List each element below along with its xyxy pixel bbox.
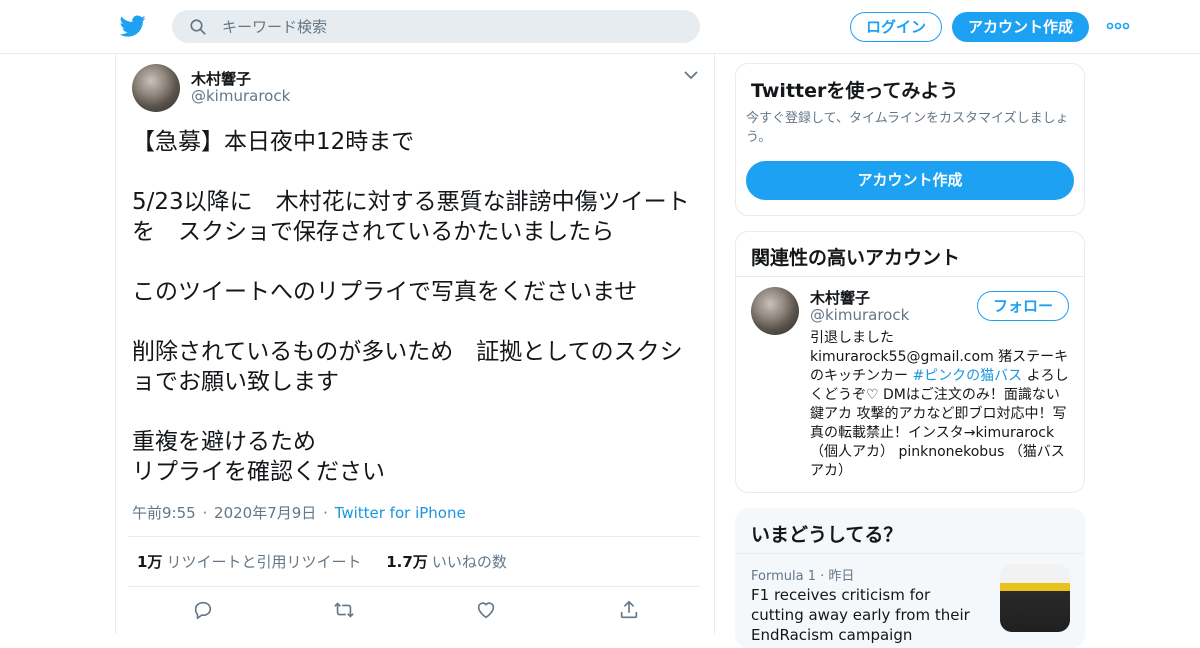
author-name[interactable]: 木村響子 <box>191 68 251 89</box>
divider <box>736 553 1084 554</box>
account-bio: 引退しました kimurarock55@gmail.com 猪ステーキのキッチン… <box>810 329 1072 481</box>
separator-dot: · <box>323 504 328 522</box>
trend-headline[interactable]: F1 receives criticism for cutting away e… <box>751 585 983 645</box>
tweet-actions <box>116 599 716 623</box>
search-icon <box>190 19 206 35</box>
whats-happening-card: いまどうしてる？ Formula 1 · 昨日 F1 receives crit… <box>735 508 1085 648</box>
tweet-detail: 木村響子 @kimurarock 【急募】本日夜中12時まで 5/23以降に 木… <box>115 54 715 634</box>
account-name[interactable]: 木村響子 <box>810 287 870 308</box>
signup-button[interactable]: アカウント作成 <box>952 12 1089 42</box>
twitter-bird-icon[interactable] <box>120 13 146 39</box>
related-accounts-title: 関連性の高いアカウント <box>751 247 961 269</box>
tweet-time[interactable]: 午前9:55 <box>132 504 196 522</box>
search-box[interactable] <box>172 10 700 43</box>
separator-dot: · <box>202 504 208 522</box>
tweet-source-link[interactable]: Twitter for iPhone <box>335 504 466 522</box>
like-count: 1.7万 <box>386 553 428 571</box>
whats-happening-title: いまどうしてる？ <box>751 524 903 546</box>
like-label: いいねの数 <box>431 553 507 571</box>
more-dots-icon[interactable] <box>1106 21 1130 31</box>
follow-button[interactable]: フォロー <box>977 291 1069 321</box>
trend-time: 昨日 <box>828 569 855 584</box>
create-account-button[interactable]: アカウント作成 <box>746 161 1074 200</box>
retweet-label: リツイートと引用リツイート <box>166 553 362 571</box>
trend-kicker: Formula 1 · 昨日 <box>751 569 855 584</box>
login-button[interactable]: ログイン <box>850 12 942 42</box>
tweet-stats: 1万 リツイートと引用リツイート 1.7万 いいねの数 <box>137 551 507 572</box>
like-stat[interactable]: 1.7万 いいねの数 <box>386 553 507 571</box>
like-icon[interactable] <box>475 599 497 621</box>
signup-card: Twitterを使ってみよう 今すぐ登録して、タイムラインをカスタマイズしましょ… <box>735 63 1085 216</box>
retweet-stat[interactable]: 1万 リツイートと引用リツイート <box>137 553 361 571</box>
divider <box>128 586 700 587</box>
divider <box>736 276 1084 277</box>
bio-text: よろしくどうぞ♡ DMはご注文のみ！面識ない鍵アカ 攻撃的アカなど即ブロ対応中！… <box>810 368 1069 479</box>
avatar[interactable] <box>751 287 799 335</box>
account-handle[interactable]: @kimurarock <box>810 306 909 324</box>
divider <box>128 536 700 537</box>
related-accounts-card: 関連性の高いアカウント 木村響子 @kimurarock フォロー 引退しました… <box>735 231 1085 493</box>
hashtag-link[interactable]: #ピンクの猫バス <box>912 368 1022 384</box>
signup-card-title: Twitterを使ってみよう <box>751 80 959 102</box>
signup-card-description: 今すぐ登録して、タイムラインをカスタマイズしましょう。 <box>746 111 1069 145</box>
retweet-icon[interactable] <box>333 599 355 621</box>
reply-icon[interactable] <box>192 599 214 621</box>
share-icon[interactable] <box>618 599 640 621</box>
avatar[interactable] <box>132 64 180 112</box>
chevron-down-icon[interactable] <box>684 70 698 80</box>
search-input[interactable] <box>222 10 682 43</box>
tweet-timestamp: 午前9:55 · 2020年7月9日 · Twitter for iPhone <box>132 502 466 523</box>
trend-source: Formula 1 <box>751 569 816 584</box>
retweet-count: 1万 <box>137 553 163 571</box>
trend-thumbnail[interactable] <box>1000 564 1070 632</box>
top-navigation-bar: ログイン アカウント作成 <box>0 0 1200 54</box>
tweet-date[interactable]: 2020年7月9日 <box>214 504 316 522</box>
tweet-text: 【急募】本日夜中12時まで 5/23以降に 木村花に対する悪質な誹謗中傷ツイート… <box>132 129 690 485</box>
author-handle[interactable]: @kimurarock <box>191 87 290 105</box>
